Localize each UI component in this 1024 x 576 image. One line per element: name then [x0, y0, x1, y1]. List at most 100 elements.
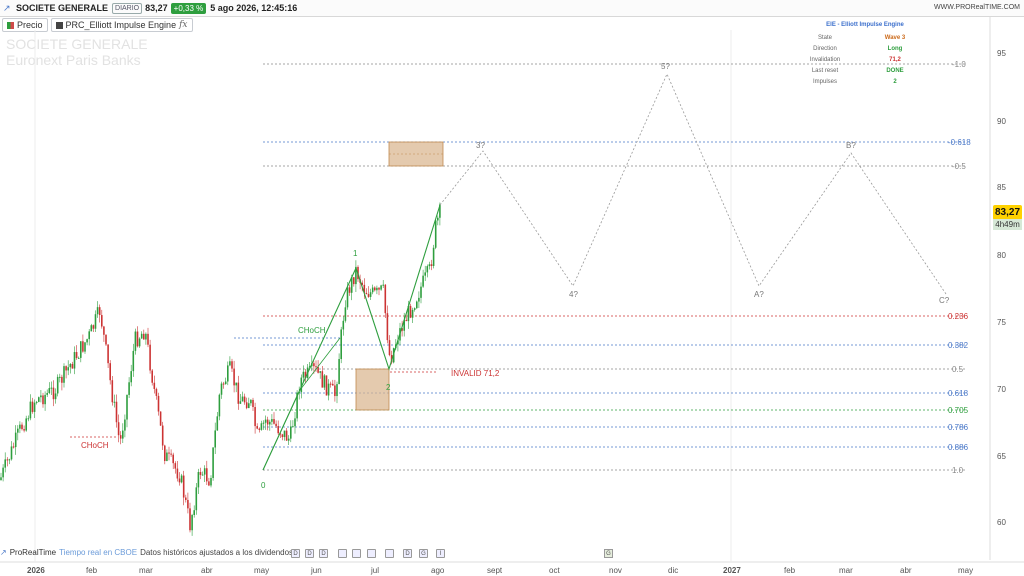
- eie-row: Impulses 2: [790, 76, 940, 87]
- candle-body: [241, 396, 244, 402]
- candle-body: [243, 396, 246, 403]
- eie-row: Direction Long: [790, 43, 940, 54]
- event-marker-icon[interactable]: G: [419, 549, 428, 558]
- candle-body: [2, 467, 4, 478]
- candle-body: [73, 352, 76, 369]
- candle-body: [182, 475, 185, 498]
- candle-body: [56, 376, 59, 394]
- proj-label-5: 5?: [661, 62, 670, 71]
- candle-body: [31, 401, 34, 412]
- candle-body: [315, 366, 317, 368]
- event-marker-icon[interactable]: [385, 549, 394, 558]
- candle-body: [382, 284, 384, 286]
- time-tick: 2027: [723, 566, 741, 575]
- candle-body: [380, 285, 382, 290]
- candle-body: [67, 367, 69, 371]
- candle-body: [119, 435, 122, 439]
- event-marker-icon[interactable]: [367, 549, 376, 558]
- candle-body: [285, 430, 288, 441]
- price-axis: 95 90 85 80 75 70 65 60: [997, 49, 1006, 527]
- candle-body: [52, 387, 55, 400]
- candle-body: [157, 395, 160, 412]
- candle-body: [420, 286, 422, 298]
- candle-body: [273, 419, 275, 424]
- candle-body: [428, 264, 431, 267]
- candle-body: [69, 363, 72, 368]
- candle-body: [174, 463, 177, 469]
- candle-body: [321, 371, 324, 388]
- candle-body: [42, 395, 44, 405]
- candle-body: [388, 340, 391, 356]
- event-marker-icon[interactable]: D: [403, 549, 412, 558]
- price-tick: 70: [997, 385, 1006, 394]
- candle-body: [40, 395, 42, 398]
- candle-body: [19, 424, 21, 429]
- candle-body: [432, 247, 435, 266]
- brand-label: ProRealTime: [9, 548, 57, 557]
- candle-body: [111, 380, 114, 403]
- event-marker-icon[interactable]: I: [436, 549, 445, 558]
- candle-body: [128, 382, 130, 395]
- price-tick: 75: [997, 318, 1006, 327]
- candle-body: [319, 371, 321, 373]
- candle-body: [92, 325, 95, 329]
- candle-body: [77, 357, 80, 359]
- candle-body: [271, 419, 273, 422]
- candle-body: [313, 363, 315, 367]
- candle-body: [140, 333, 143, 339]
- candle-body: [21, 424, 23, 430]
- candle-body: [61, 376, 63, 383]
- candle-body: [378, 287, 380, 290]
- candle-body: [283, 430, 286, 438]
- candle-body: [376, 287, 378, 291]
- candle-body: [248, 403, 250, 409]
- fib-label: 0.705: [948, 406, 969, 415]
- candle-body: [63, 366, 65, 383]
- candle-body: [151, 370, 153, 383]
- candle-body: [374, 287, 376, 291]
- wave-label-1: 1: [353, 249, 358, 258]
- event-marker-icon[interactable]: [352, 549, 361, 558]
- candle-body: [35, 401, 38, 403]
- eie-key: Direction: [813, 45, 837, 52]
- bar-countdown: 4h49m: [993, 219, 1022, 230]
- candle-body: [416, 301, 418, 309]
- candle-body: [384, 284, 387, 314]
- candle-body: [258, 428, 261, 430]
- candle-body: [10, 446, 13, 460]
- proj-label-4: 4?: [569, 290, 578, 299]
- candle-body: [422, 275, 424, 287]
- candle-body: [197, 472, 200, 488]
- event-g-icon[interactable]: G: [604, 549, 613, 558]
- candle-body: [122, 430, 124, 439]
- candle-body: [101, 315, 103, 327]
- candle-body: [256, 426, 258, 429]
- candle-body: [353, 277, 355, 285]
- candle-body: [338, 359, 340, 385]
- eie-key: Last reset: [811, 67, 839, 74]
- event-marker-icon[interactable]: D: [291, 549, 300, 558]
- candle-body: [107, 344, 109, 364]
- eie-row: State Wave 3: [790, 32, 940, 43]
- candle-body: [103, 326, 105, 335]
- candle-body: [126, 394, 128, 420]
- candle-body: [33, 402, 36, 412]
- time-tick: mar: [139, 566, 153, 575]
- candle-body: [262, 422, 265, 424]
- event-marker-icon[interactable]: D: [319, 549, 328, 558]
- candle-body: [180, 475, 183, 483]
- candle-body: [50, 387, 53, 389]
- time-tick: may: [958, 566, 973, 575]
- candle-body: [292, 426, 294, 428]
- event-marker-icon[interactable]: D: [305, 549, 314, 558]
- proj-label-3: 3?: [476, 141, 485, 150]
- candle-body: [340, 329, 342, 360]
- price-tick: 80: [997, 251, 1006, 260]
- time-tick: sept: [487, 566, 503, 575]
- candle-body: [189, 508, 191, 531]
- candle-body: [206, 468, 208, 482]
- candle-body: [210, 477, 212, 486]
- fib-label: 1.0: [952, 466, 964, 475]
- event-marker-icon[interactable]: [338, 549, 347, 558]
- candle-body: [290, 426, 292, 439]
